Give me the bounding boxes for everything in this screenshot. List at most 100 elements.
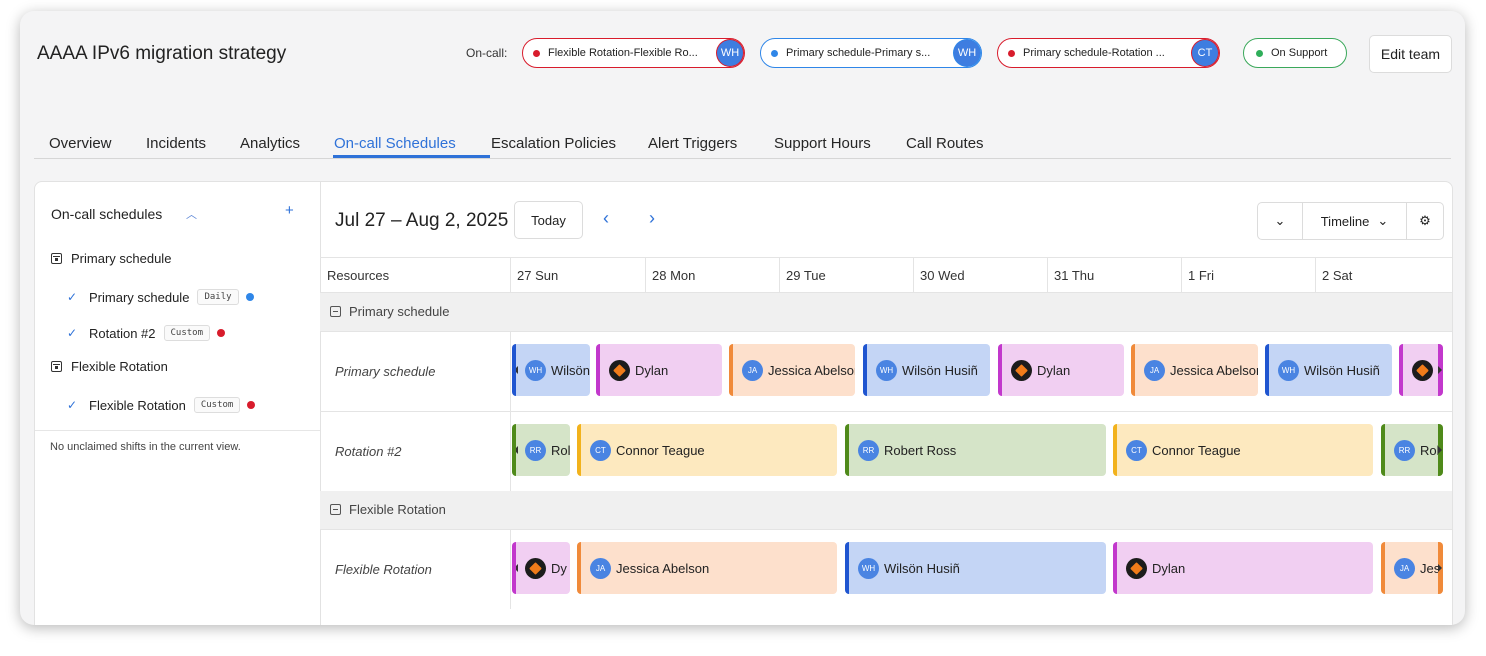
grid-line (320, 331, 1452, 332)
shift-block[interactable]: WH Wilsön (512, 344, 590, 396)
schedule-type-tag: Daily (197, 289, 239, 305)
pill-label: Primary schedule-Rotation ... (1023, 47, 1165, 59)
shift-person-name: Wilsön Husiñ (884, 560, 960, 576)
oncall-pill-flexible-rotation[interactable]: Flexible Rotation-Flexible Ro... WH (522, 38, 745, 68)
shift-block[interactable]: RR Rol (512, 424, 570, 476)
active-tab-indicator (333, 155, 490, 158)
avatar: JA (1144, 359, 1165, 381)
tab-overview[interactable]: Overview (49, 135, 112, 152)
schedule-label: Primary schedule (89, 289, 190, 305)
schedule-label: Rotation #2 (89, 325, 156, 341)
check-icon[interactable]: ✓ (67, 398, 79, 412)
schedules-sidebar: On-call schedules ︿ + Primary schedule ✓… (35, 182, 321, 625)
tab-alert-triggers[interactable]: Alert Triggers (648, 135, 737, 152)
schedule-item-primary[interactable]: ✓ Primary schedule Daily (67, 289, 254, 305)
schedule-group-primary[interactable]: Primary schedule (51, 251, 171, 266)
shift-person-name: Rol (551, 442, 570, 458)
today-button[interactable]: Today (514, 201, 583, 239)
continues-right-icon (1438, 446, 1442, 454)
shift-block[interactable]: WH Wilsön Husiñ (863, 344, 990, 396)
chevron-right-icon[interactable]: › (649, 208, 655, 229)
unclaimed-shifts-note: No unclaimed shifts in the current view. (50, 441, 241, 453)
shift-block[interactable]: Dylan (1113, 542, 1373, 594)
schedule-color-dot (245, 293, 254, 301)
shift-block[interactable]: CT Connor Teague (577, 424, 837, 476)
continues-left-icon (516, 446, 518, 454)
timeline-grid: Resources 27 Sun 28 Mon 29 Tue 30 Wed 31 Thu… (320, 257, 1452, 625)
section-row: Primary schedule (320, 293, 1452, 331)
day-header: 30 Wed (920, 268, 965, 283)
edit-team-button[interactable]: Edit team (1369, 35, 1452, 73)
shift-block[interactable]: JA Jessica Abelson (1131, 344, 1258, 396)
chevron-left-icon[interactable]: ‹ (603, 208, 609, 229)
tab-incidents[interactable]: Incidents (146, 135, 206, 152)
shift-block[interactable]: RR Robert Ross (845, 424, 1106, 476)
avatar: RR (525, 439, 546, 461)
tab-oncall-schedules[interactable]: On-call Schedules (334, 135, 456, 152)
date-range-title: Jul 27 – Aug 2, 2025 (335, 210, 509, 231)
avatar: JA (1394, 557, 1415, 579)
shift-block[interactable]: Dylan (998, 344, 1124, 396)
timeline-view-dropdown[interactable]: Timeline ⌄ (1303, 203, 1407, 239)
pill-label: Flexible Rotation-Flexible Ro... (548, 47, 698, 59)
shift-block[interactable] (1399, 344, 1443, 396)
plus-icon[interactable]: + (285, 202, 294, 219)
pill-label: Primary schedule-Primary s... (786, 47, 931, 59)
shift-block[interactable]: JA Jessica Abelson (729, 344, 855, 396)
shift-block[interactable]: JA Jessica Abelson (577, 542, 837, 594)
tab-support-hours[interactable]: Support Hours (774, 135, 871, 152)
collapse-section-icon[interactable] (330, 504, 341, 515)
day-header: 31 Thu (1054, 268, 1095, 283)
shift-person-name: Connor Teague (616, 442, 705, 458)
sidebar-title: On-call schedules (51, 206, 163, 222)
avatar: CT (590, 439, 611, 461)
oncall-pill-primary-schedule[interactable]: Primary schedule-Primary s... WH (760, 38, 982, 68)
gear-icon: ⚙ (1419, 213, 1431, 228)
oncall-pill-on-support[interactable]: On Support (1243, 38, 1347, 68)
section-label: Primary schedule (349, 304, 450, 319)
tab-analytics[interactable]: Analytics (240, 135, 300, 152)
check-icon[interactable]: ✓ (67, 290, 79, 304)
shift-block[interactable]: WH Wilsön Husiñ (845, 542, 1106, 594)
shift-block[interactable]: CT Connor Teague (1113, 424, 1373, 476)
continues-left-icon (516, 366, 518, 374)
avatar: RR (858, 439, 879, 461)
shift-person-name: Wilsön Husiñ (902, 362, 978, 378)
chevron-down-icon: ⌄ (1274, 213, 1286, 228)
tab-bar: Overview Incidents Analytics On-call Sch… (34, 122, 1451, 159)
schedule-item-rotation-2[interactable]: ✓ Rotation #2 Custom (67, 325, 226, 341)
calendar-icon (51, 361, 62, 372)
shift-block[interactable]: JA Jes (1381, 542, 1443, 594)
shift-block[interactable]: Dylan (596, 344, 722, 396)
status-dot (1256, 49, 1263, 57)
settings-button[interactable]: ⚙ (1407, 203, 1443, 239)
chevron-up-icon[interactable]: ︿ (186, 206, 197, 222)
shift-person-name: Dylan (1037, 362, 1071, 378)
tab-call-routes[interactable]: Call Routes (906, 135, 984, 152)
day-divider (1047, 257, 1048, 293)
schedule-type-tag: Custom (163, 325, 211, 341)
schedule-group-flexible[interactable]: Flexible Rotation (51, 359, 168, 374)
resources-header: Resources (327, 268, 390, 283)
grid-line (320, 257, 1452, 258)
shift-block[interactable]: RR Rob (1381, 424, 1443, 476)
day-divider (510, 257, 511, 293)
avatar: WH (1278, 359, 1299, 381)
section-row: Flexible Rotation (320, 491, 1452, 529)
avatar: JA (590, 557, 611, 579)
collapse-dropdown-button[interactable]: ⌄ (1258, 203, 1303, 239)
tab-escalation-policies[interactable]: Escalation Policies (491, 135, 616, 152)
shift-person-name: Dylan (1152, 560, 1186, 576)
avatar (1011, 359, 1032, 381)
schedule-item-flexible-rotation[interactable]: ✓ Flexible Rotation Custom (67, 397, 256, 413)
shift-block[interactable]: WH Wilsön Husiñ (1265, 344, 1392, 396)
continues-right-icon (1438, 564, 1442, 572)
divider (35, 430, 320, 431)
oncall-pill-rotation[interactable]: Primary schedule-Rotation ... CT (997, 38, 1220, 68)
schedule-type-tag: Custom (193, 397, 241, 413)
check-icon[interactable]: ✓ (67, 326, 79, 340)
avatar (525, 557, 546, 579)
collapse-section-icon[interactable] (330, 306, 341, 317)
avatar: JA (742, 359, 763, 381)
shift-block[interactable]: Dy (512, 542, 570, 594)
